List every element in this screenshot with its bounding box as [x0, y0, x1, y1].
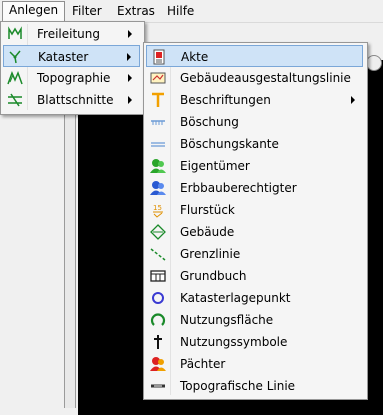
menu-filter[interactable]: Filter [66, 3, 108, 20]
menu-item-topographie[interactable]: Topographie [3, 67, 140, 89]
blattschnitte-icon [7, 92, 23, 108]
erbbauberechtigter-icon [150, 180, 166, 196]
menu-item-label: Flurstück [180, 203, 235, 217]
round-button-icon[interactable] [366, 55, 382, 71]
boeschung-icon [150, 114, 166, 130]
kataster-submenu: Akte Gebäudeausgestaltungslinie Beschrif… [143, 42, 368, 400]
menu-item-label: Gebäude [180, 225, 235, 239]
menu-item-gebaeudeausgestaltungslinie[interactable]: Gebäudeausgestaltungslinie [146, 67, 363, 89]
menu-item-label: Topographie [37, 71, 111, 85]
menu-item-label: Eigentümer [180, 159, 250, 173]
menu-item-label: Blattschnitte [37, 93, 114, 107]
nutzungsflaeche-icon [150, 312, 166, 328]
submenu-arrow-icon [128, 30, 132, 38]
flurstueck-icon: 15 [150, 202, 166, 218]
grenzlinie-icon [150, 246, 166, 262]
menu-item-nutzungsflaeche[interactable]: Nutzungsfläche [146, 309, 363, 331]
submenu-arrow-icon [128, 96, 132, 104]
menu-item-label: Erbbauberechtigter [180, 181, 297, 195]
menu-item-gebaeude[interactable]: Gebäude [146, 221, 363, 243]
menu-item-topografische-linie[interactable]: Topografische Linie [146, 375, 363, 397]
menu-item-label: Grundbuch [180, 269, 247, 283]
menu-item-freileitung[interactable]: Freileitung [3, 23, 140, 45]
menu-item-label: Böschung [180, 115, 239, 129]
submenu-arrow-icon [128, 74, 132, 82]
menu-item-label: Freileitung [37, 27, 100, 41]
topographie-icon [7, 70, 23, 86]
akte-icon [151, 49, 167, 65]
submenu-arrow-icon [127, 53, 131, 61]
menu-item-label: Pächter [180, 357, 226, 371]
menu-item-label: Nutzungssymbole [180, 335, 288, 349]
menu-item-label: Topografische Linie [180, 379, 296, 393]
menu-item-label: Beschriftungen [180, 93, 271, 107]
menu-item-kataster[interactable]: Kataster [3, 45, 140, 67]
menu-item-blattschnitte[interactable]: Blattschnitte [3, 89, 140, 111]
beschriftungen-icon [150, 92, 166, 108]
menu-item-akte[interactable]: Akte [146, 45, 363, 67]
submenu-arrow-icon [351, 96, 355, 104]
menu-item-paechter[interactable]: Pächter [146, 353, 363, 375]
menu-item-label: Grenzlinie [180, 247, 241, 261]
menu-item-grundbuch[interactable]: Grundbuch [146, 265, 363, 287]
menu-item-boeschung[interactable]: Böschung [146, 111, 363, 133]
topografische-linie-icon [150, 378, 166, 394]
menubar: Anlegen Filter Extras Hilfe [0, 0, 383, 23]
freileitung-icon [7, 26, 23, 42]
boeschungskante-icon [150, 136, 166, 152]
menu-hilfe[interactable]: Hilfe [161, 3, 200, 20]
svg-text:15: 15 [153, 204, 162, 212]
nutzungssymbole-icon [150, 334, 166, 350]
menu-item-flurstueck[interactable]: 15 Flurstück [146, 199, 363, 221]
eigentuemer-icon [150, 158, 166, 174]
menu-item-katasterlagepunkt[interactable]: Katasterlagepunkt [146, 287, 363, 309]
menu-extras[interactable]: Extras [111, 3, 161, 20]
kataster-icon [8, 49, 24, 65]
anlegen-menu: Freileitung Kataster Topographie Blattsc… [0, 21, 145, 115]
menu-item-label: Böschungskante [180, 137, 279, 151]
paechter-icon [150, 356, 166, 372]
katasterlagepunkt-icon [150, 290, 166, 306]
menu-item-label: Kataster [38, 50, 89, 64]
menu-item-grenzlinie[interactable]: Grenzlinie [146, 243, 363, 265]
menu-item-beschriftungen[interactable]: Beschriftungen [146, 89, 363, 111]
menu-anlegen[interactable]: Anlegen [2, 1, 66, 21]
grundbuch-icon [150, 268, 166, 284]
menu-item-label: Akte [181, 50, 209, 64]
menu-item-erbbauberechtigter[interactable]: Erbbauberechtigter [146, 177, 363, 199]
menu-item-label: Gebäudeausgestaltungslinie [180, 71, 351, 85]
gebaeude-icon [150, 224, 166, 240]
menu-item-label: Nutzungsfläche [180, 313, 274, 327]
menu-item-nutzungssymbole[interactable]: Nutzungssymbole [146, 331, 363, 353]
menu-item-label: Katasterlagepunkt [180, 291, 291, 305]
menu-item-eigentuemer[interactable]: Eigentümer [146, 155, 363, 177]
gebaeudeausgestaltungslinie-icon [150, 70, 166, 86]
menu-item-boeschungskante[interactable]: Böschungskante [146, 133, 363, 155]
